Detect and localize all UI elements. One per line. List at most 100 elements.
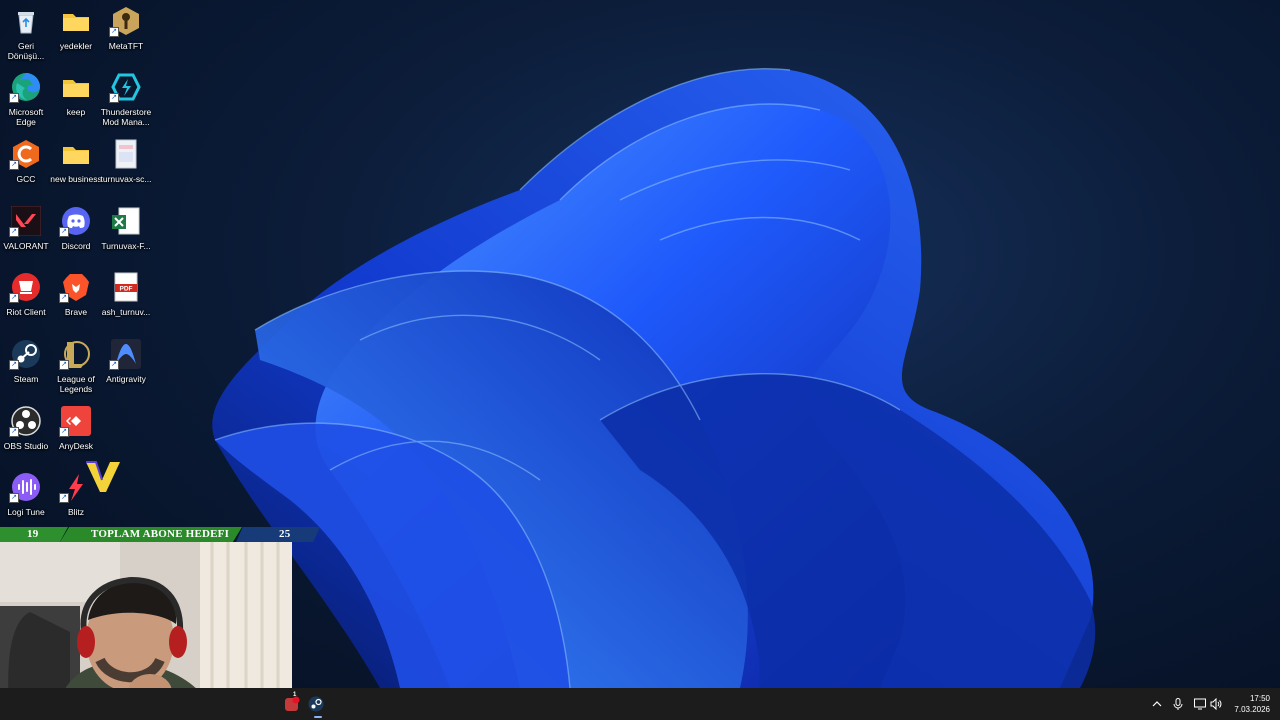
v-logo-sticker-icon [86, 461, 120, 492]
desktop-icon-label: yedekler [59, 41, 93, 51]
desktop-icon-discord[interactable]: ↗ Discord [50, 206, 102, 251]
desktop-icon-label: Logi Tune [7, 507, 45, 517]
folder-icon [61, 139, 91, 169]
brave-icon: ↗ [59, 272, 91, 303]
shortcut-arrow-icon: ↗ [59, 360, 69, 370]
svg-text:PDF: PDF [120, 286, 133, 293]
shortcut-arrow-icon: ↗ [109, 93, 119, 103]
desktop-icon-new-business[interactable]: new business [50, 139, 102, 184]
active-app-indicator [314, 716, 322, 718]
desktop-icon-logi-tune[interactable]: ↗ Logi Tune [0, 472, 52, 517]
riot-client-icon: ↗ [9, 272, 41, 303]
goal-target-count: 25 [279, 528, 291, 540]
desktop-icon-label: Turnuvax-F... [101, 241, 151, 251]
desktop-icon-valorant[interactable]: ↗ VALORANT [0, 206, 52, 251]
goal-target-segment [236, 527, 320, 542]
desktop-icon-riot-client[interactable]: ↗ Riot Client [0, 272, 52, 317]
shortcut-arrow-icon: ↗ [9, 360, 19, 370]
desktop-icon-ash-turnuv[interactable]: PDF ash_turnuv... [100, 272, 152, 317]
desktop-icon-label: Geri Dönüşü... [7, 41, 45, 61]
shortcut-arrow-icon: ↗ [109, 360, 119, 370]
tray-display[interactable] [1194, 688, 1208, 720]
clock-time: 17:50 [1249, 694, 1270, 703]
shortcut-arrow-icon: ↗ [59, 493, 69, 503]
speaker-icon [1210, 698, 1222, 710]
steam-icon [308, 696, 324, 712]
desktop-icon-label: GCC [16, 174, 36, 184]
desktop-icon-label: League of Legends [57, 374, 95, 394]
desktop-icon-label: MetaTFT [108, 41, 144, 51]
shortcut-arrow-icon: ↗ [9, 160, 19, 170]
desktop-icon-label: AnyDesk [58, 441, 93, 451]
shortcut-arrow-icon: ↗ [109, 27, 119, 37]
desktop-icon-label: Antigravity [106, 374, 146, 384]
tray-microphone[interactable] [1173, 688, 1185, 720]
desktop-icon-league-of-legends[interactable]: ↗ League of Legends [50, 339, 102, 394]
desktop-icon-label: keep [66, 107, 86, 117]
chevron-up-icon [1152, 701, 1162, 707]
desktop-icon-turnuvax-sc[interactable]: turnuvax-sc... [100, 139, 152, 184]
desktop-icon-yedekler[interactable]: yedekler [50, 6, 102, 51]
desktop-icon-label: ash_turnuv... [101, 307, 151, 317]
metatft-icon: ↗ [109, 6, 141, 37]
desktop-icon-brave[interactable]: ↗ Brave [50, 272, 102, 317]
notification-badge: 1 [293, 692, 297, 698]
taskbar: 1 17:50 7.03.2026 [0, 688, 1280, 720]
subscriber-goal-bar: 19 TOPLAM ABONE HEDEFI 25 [0, 527, 320, 542]
discord-icon: ↗ [59, 206, 91, 237]
obs-icon: ↗ [9, 406, 41, 437]
desktop-icon-anydesk[interactable]: ↗ AnyDesk [50, 406, 102, 451]
folder-icon [61, 72, 91, 102]
league-of-legends-icon: ↗ [59, 339, 91, 370]
taskbar-app-notification[interactable]: 1 [284, 688, 304, 720]
tray-volume[interactable] [1210, 688, 1224, 720]
shortcut-arrow-icon: ↗ [9, 427, 19, 437]
desktop-icon-label: turnuvax-sc... [100, 174, 152, 184]
thunderstore-icon: ↗ [109, 72, 141, 103]
taskbar-app-steam[interactable] [308, 688, 328, 720]
taskbar-clock[interactable]: 17:50 7.03.2026 [1234, 693, 1270, 715]
shortcut-arrow-icon: ↗ [9, 227, 19, 237]
tray-overflow-button[interactable] [1152, 688, 1164, 720]
pdf-file-icon: PDF [111, 272, 141, 302]
desktop-icon-label: Microsoft Edge [8, 107, 44, 127]
shortcut-arrow-icon: ↗ [9, 293, 19, 303]
desktop-icon-antigravity[interactable]: ↗ Antigravity [100, 339, 152, 384]
desktop-icon-thunderstore[interactable]: ↗ Thunderstore Mod Mana... [100, 72, 152, 127]
desktop-icon-label: new business [50, 174, 102, 184]
desktop-icon-label: VALORANT [3, 241, 49, 251]
shortcut-arrow-icon: ↗ [9, 93, 19, 103]
shortcut-arrow-icon: ↗ [59, 293, 69, 303]
recycle-bin-icon [11, 6, 41, 36]
display-icon [1194, 698, 1206, 710]
steam-icon: ↗ [9, 339, 41, 370]
folder-icon [61, 6, 91, 36]
desktop-icon-metatft[interactable]: ↗ MetaTFT [100, 6, 152, 51]
microphone-icon [1173, 698, 1183, 710]
anydesk-icon: ↗ [59, 406, 91, 437]
logi-tune-icon: ↗ [9, 472, 41, 503]
antigravity-icon: ↗ [109, 339, 141, 370]
desktop-icon-label: Blitz [67, 507, 85, 517]
goal-current-count: 19 [27, 528, 39, 540]
shortcut-arrow-icon: ↗ [9, 493, 19, 503]
desktop-icon-steam[interactable]: ↗ Steam [0, 339, 52, 384]
desktop-icon-edge[interactable]: ↗ Microsoft Edge [0, 72, 52, 127]
image-file-icon [111, 139, 141, 169]
clock-date: 7.03.2026 [1234, 705, 1270, 714]
desktop-icon-gcc[interactable]: ↗ GCC [0, 139, 52, 184]
desktop-icon-label: Discord [61, 241, 91, 251]
desktop-icon-label: Thunderstore Mod Mana... [100, 107, 152, 127]
desktop-icon-keep[interactable]: keep [50, 72, 102, 117]
desktop-icon-label: Riot Client [6, 307, 46, 317]
valorant-icon: ↗ [9, 206, 41, 237]
desktop-icon-obs-studio[interactable]: ↗ OBS Studio [0, 406, 52, 451]
desktop-icon-turnuvax-f[interactable]: Turnuvax-F... [100, 206, 152, 251]
desktop-icon-recycle-bin[interactable]: Geri Dönüşü... [0, 6, 52, 61]
edge-icon: ↗ [9, 72, 41, 103]
gcc-icon: ↗ [9, 139, 41, 170]
shortcut-arrow-icon: ↗ [59, 227, 69, 237]
desktop-icon-label: Steam [13, 374, 39, 384]
desktop-icon-label: Brave [64, 307, 88, 317]
notification-app-icon [285, 696, 300, 711]
